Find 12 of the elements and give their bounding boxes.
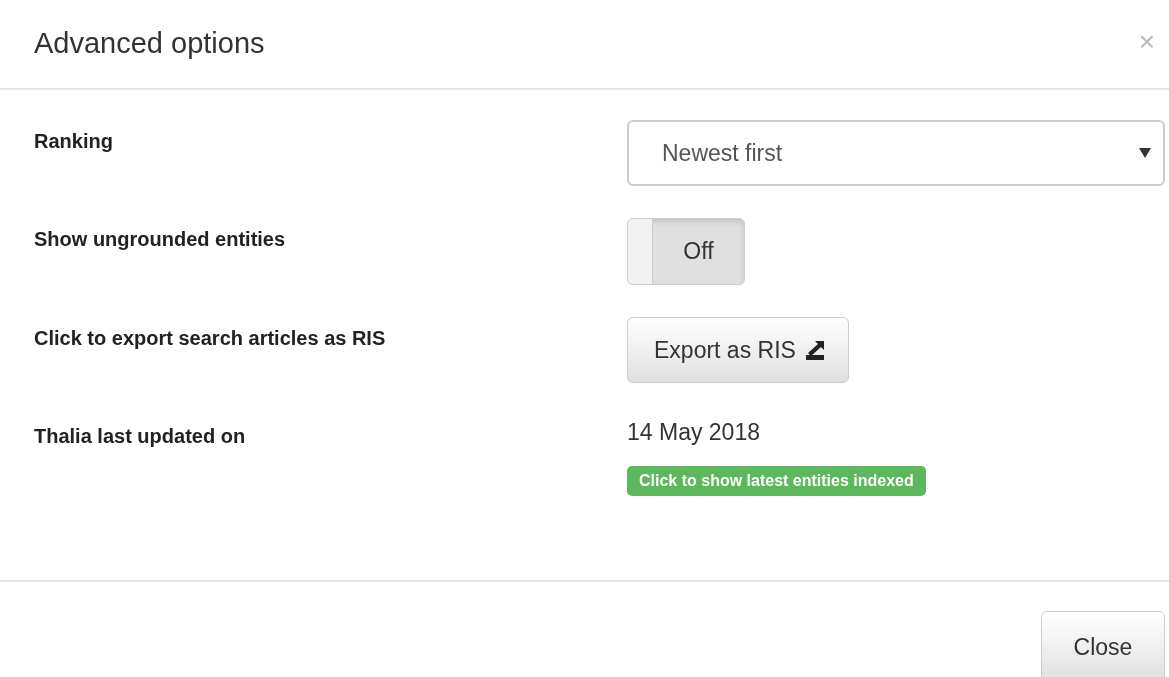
toggle-switch[interactable]: Off <box>627 218 745 285</box>
export-icon <box>803 339 826 361</box>
option-label: Click to export search articles as RIS <box>34 327 387 350</box>
caret-icon <box>1139 148 1151 158</box>
update-date: 14 May 2018 <box>627 419 760 446</box>
ranking-select[interactable]: Newest first <box>627 120 1165 186</box>
option-label: Thalia last updated on <box>34 425 247 448</box>
dialog-title: Advanced options <box>34 26 265 61</box>
option-label: Ranking <box>34 130 114 153</box>
close-button[interactable]: Close <box>1041 611 1165 677</box>
option-label: Show ungrounded entities <box>34 228 287 251</box>
export-button[interactable]: Export as RIS <box>627 317 849 383</box>
